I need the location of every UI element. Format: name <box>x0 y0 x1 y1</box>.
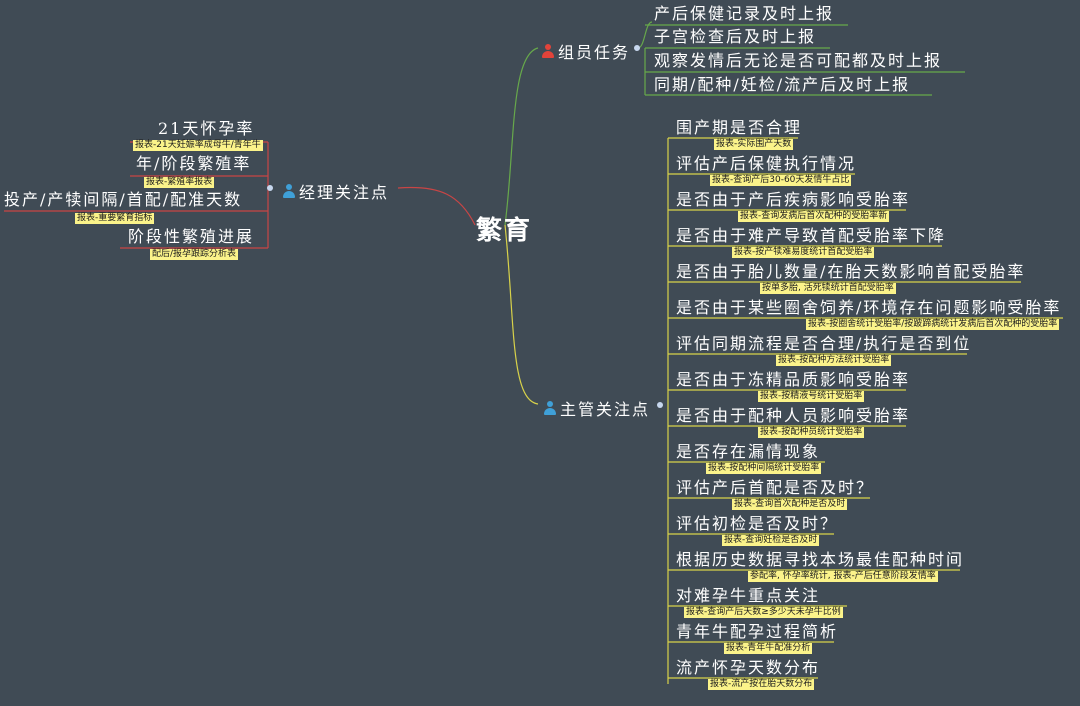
supervisor-item-10-tag: 报表-按配种间隔统计受胎率 <box>706 463 822 474</box>
supervisor-item-11-tag: 报表-查询首次配种是否及时 <box>732 499 848 510</box>
supervisor-item-2[interactable]: 评估产后保健执行情况 <box>676 155 856 173</box>
supervisor-item-1-tag: 报表-实际围产天数 <box>714 139 794 150</box>
supervisor-item-9[interactable]: 是否由于配种人员影响受胎率 <box>676 407 910 425</box>
supervisor-item-14-tag: 报表-查询产后天数≥多少天未孕牛比例 <box>684 607 843 618</box>
supervisor-item-16-tag: 报表-流产按在胎天数分布 <box>708 679 815 690</box>
manager-item-2[interactable]: 年/阶段繁殖率 <box>136 155 251 173</box>
supervisor-item-11[interactable]: 评估产后首配是否及时？ <box>676 479 874 497</box>
expand-dot-manager[interactable] <box>267 185 273 191</box>
manager-item-3[interactable]: 投产/产犊间隔/首配/配准天数 <box>4 191 242 209</box>
supervisor-item-5-tag: 按单多胎, 活死犊统计首配受胎率 <box>760 283 896 294</box>
supervisor-item-14[interactable]: 对难孕牛重点关注 <box>676 587 820 605</box>
group-supervisor-label: 主管关注点 <box>560 400 651 419</box>
center-node[interactable]: 繁育 <box>476 210 532 247</box>
supervisor-item-3[interactable]: 是否由于产后疾病影响受胎率 <box>676 191 910 209</box>
person-blue-icon <box>544 401 556 415</box>
link-center-to-group-supervisor <box>504 224 539 405</box>
supervisor-item-16[interactable]: 流产怀孕天数分布 <box>676 659 820 677</box>
supervisor-item-12[interactable]: 评估初检是否及时？ <box>676 515 838 533</box>
supervisor-item-13[interactable]: 根据历史数据寻找本场最佳配种时间 <box>676 551 964 569</box>
supervisor-item-6-tag: 报表-按圈舍统计受胎率/按跛蹄病统计发病后首次配种的受胎率 <box>806 319 1060 330</box>
manager-item-4-tag: 配后/报孕跟踪分析表 <box>150 249 239 260</box>
supervisor-item-15-tag: 报表-青年牛配准分析 <box>724 643 813 654</box>
member-task-2[interactable]: 子宫检查后及时上报 <box>654 28 816 46</box>
member-task-3[interactable]: 观察发情后无论是否可配都及时上报 <box>654 52 942 70</box>
expand-dot-supervisor[interactable] <box>657 402 663 408</box>
supervisor-item-3-tag: 报表-查询发病后首次配种的受胎率新 <box>738 211 890 222</box>
supervisor-item-12-tag: 报表-查询妊检是否及时 <box>722 535 820 546</box>
link-center-to-group-members <box>504 47 539 226</box>
supervisor-item-10[interactable]: 是否存在漏情现象 <box>676 443 820 461</box>
member-task-1[interactable]: 产后保健记录及时上报 <box>654 5 834 23</box>
supervisor-item-15[interactable]: 青年牛配孕过程简析 <box>676 623 838 641</box>
supervisor-item-8-tag: 报表-按精液号统计受胎率 <box>758 391 865 402</box>
link-center-to-group-manager <box>397 186 476 226</box>
group-supervisor-node[interactable]: 主管关注点 <box>544 396 650 420</box>
group-manager-node[interactable]: 经理关注点 <box>283 179 389 203</box>
supervisor-item-7-tag: 报表-按配种方法统计受胎率 <box>776 355 892 366</box>
supervisor-item-4[interactable]: 是否由于难产导致首配受胎率下降 <box>676 227 946 245</box>
supervisor-item-2-tag: 报表-查询产后30-60天发情牛占比 <box>710 175 852 186</box>
supervisor-item-13-tag: 参配率, 怀孕率统计, 报表-产后任意阶段发情率 <box>748 571 938 582</box>
supervisor-item-5[interactable]: 是否由于胎儿数量/在胎天数影响首配受胎率 <box>676 263 1025 281</box>
person-red-icon <box>542 44 554 58</box>
supervisor-item-8[interactable]: 是否由于冻精品质影响受胎率 <box>676 371 910 389</box>
person-blue-icon <box>283 184 295 198</box>
manager-item-1[interactable]: 21天怀孕率 <box>158 120 254 138</box>
manager-item-4[interactable]: 阶段性繁殖进展 <box>128 228 254 246</box>
supervisor-item-6[interactable]: 是否由于某些圈舍饲养/环境存在问题影响受胎率 <box>676 299 1061 317</box>
mindmap-links <box>4 21 1063 684</box>
expand-dot-members[interactable] <box>634 45 640 51</box>
supervisor-item-7[interactable]: 评估同期流程是否合理/执行是否到位 <box>676 335 971 353</box>
manager-item-3-tag: 报表-重要繁育指标 <box>75 213 155 224</box>
supervisor-item-1[interactable]: 围产期是否合理 <box>676 119 802 137</box>
supervisor-item-4-tag: 报表-按产犊难易度统计首配受胎率 <box>732 247 875 258</box>
bracket-group-members <box>637 21 653 95</box>
group-members-label: 组员任务 <box>558 43 631 62</box>
group-members-node[interactable]: 组员任务 <box>542 39 630 63</box>
mindmap-canvas: 繁育 组员任务 产后保健记录及时上报 子宫检查后及时上报 观察发情后无论是否可配… <box>0 0 1080 706</box>
supervisor-item-9-tag: 报表-按配种员统计受胎率 <box>758 427 865 438</box>
manager-item-2-tag: 报表-繁殖率报表 <box>144 177 215 188</box>
member-task-4[interactable]: 同期/配种/妊检/流产后及时上报 <box>654 76 910 94</box>
manager-item-1-tag: 报表-21天妊娠率成母牛/青年牛 <box>133 140 263 151</box>
group-manager-label: 经理关注点 <box>299 183 390 202</box>
